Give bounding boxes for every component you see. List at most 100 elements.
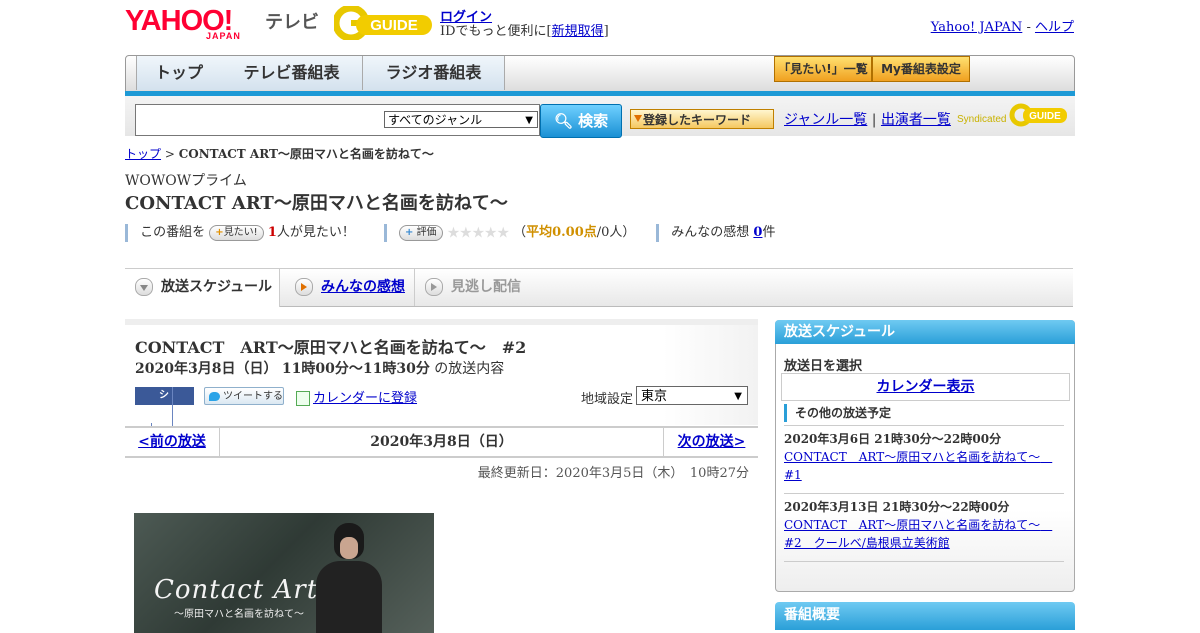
registered-keyword-button[interactable]: 登録したキーワード: [630, 109, 774, 129]
channel-name: WOWOWプライム: [125, 173, 247, 189]
genre-select-value: すべてのジャンル: [388, 113, 483, 127]
impressions-label: みんなの感想: [671, 225, 750, 240]
help-link[interactable]: ヘルプ: [1035, 20, 1074, 35]
plus-icon: +: [404, 226, 414, 238]
main-nav: トップ テレビ番組表 ラジオ番組表 「見たい!」一覧 My番組表設定: [125, 55, 1075, 93]
last-updated: 最終更新日：2020年3月5日（木） 10時27分: [477, 466, 749, 481]
current-broadcast-date: 2020年3月8日（日）: [370, 434, 513, 450]
tab-label: 見逃し配信: [451, 279, 521, 295]
region-label: 地域設定: [581, 392, 634, 407]
thumbnail-person: [314, 523, 384, 633]
tab-label: 放送スケジュール: [161, 279, 273, 295]
person-coat: [316, 561, 382, 633]
list-item: 2020年3月6日 21時30分～22時00分 CONTACT ART～原田マハ…: [784, 425, 1064, 484]
person-face: [340, 537, 358, 559]
tweet-button[interactable]: ツイートする: [204, 387, 284, 405]
dropdown-arrow-icon: ▼: [525, 115, 533, 126]
want-count-suffix: 人が見たい！: [276, 225, 355, 240]
want-count: 1: [267, 225, 277, 240]
rating-average: 平均0.00点: [526, 225, 597, 240]
episode-date: 2020年3月8日（日）: [135, 361, 278, 377]
want-list-button[interactable]: 「見たい!」一覧: [774, 56, 872, 82]
thumbnail-subtitle: ～原田マハと名画を訪ねて～: [174, 609, 304, 620]
my-schedule-button[interactable]: My番組表設定: [872, 56, 970, 82]
divider: [784, 561, 1064, 563]
divider: [656, 223, 660, 242]
nav-tab-radio-schedule[interactable]: ラジオ番組表: [363, 56, 505, 90]
program-overview-heading: 番組概要: [775, 602, 1075, 630]
region-select-value: 東京: [641, 389, 668, 404]
episode-navigation: <前の放送 2020年3月8日（日） 次の放送>: [125, 426, 758, 458]
episode-title: CONTACT ART～原田マハと名画を訪ねて～ #2: [135, 338, 527, 357]
id-promo: IDでもっと便利に[新規取得]: [440, 20, 609, 39]
play-arrow-icon: [425, 278, 443, 296]
facebook-share-button[interactable]: fシェア: [135, 387, 194, 441]
genre-select[interactable]: すべてのジャンル ▼: [384, 111, 538, 128]
search-link-separator: |: [871, 112, 877, 128]
thumbnail-title: Contact Art: [154, 575, 319, 605]
twitter-bird-icon: [209, 392, 220, 401]
dropdown-arrow-icon: ▼: [734, 391, 742, 402]
genre-list-link[interactable]: ジャンル一覧: [784, 112, 867, 128]
tv-logo-text: テレビ: [265, 12, 319, 33]
calendar-icon: [296, 391, 310, 406]
syndicated-gguide-logo: Syndicated GUIDE: [957, 103, 1069, 134]
nav-tab-top[interactable]: トップ: [136, 56, 222, 90]
breadcrumb-separator: >: [161, 147, 179, 161]
program-thumbnail: Contact Art ～原田マハと名画を訪ねて～: [134, 513, 434, 633]
tweet-label: ツイートする: [223, 391, 283, 402]
search-button-label: 検索: [578, 112, 609, 130]
broadcast-link[interactable]: CONTACT ART～原田マハと名画を訪ねて～ #1: [784, 450, 1052, 482]
episode-airtime-suffix: の放送内容: [434, 361, 505, 377]
impressions-suffix: 件: [762, 225, 776, 240]
next-broadcast-link[interactable]: 次の放送>: [663, 428, 759, 456]
previous-broadcast-link[interactable]: <前の放送: [125, 428, 220, 456]
yahoo-japan-label: JAPAN: [206, 31, 241, 41]
svg-text:Syndicated: Syndicated: [957, 114, 1006, 125]
calendar-register: カレンダーに登録: [296, 387, 417, 406]
want-button[interactable]: +見たい!: [209, 224, 264, 241]
other-broadcasts-heading: その他の放送予定: [784, 404, 891, 422]
this-program-label: この番組を: [140, 225, 206, 240]
svg-text:GUIDE: GUIDE: [1029, 111, 1061, 122]
rate-button[interactable]: + 評価: [398, 224, 443, 241]
broadcast-link[interactable]: CONTACT ART～原田マハと名画を訪ねて～ #2 クールベ/島根県立美術館: [784, 518, 1052, 550]
id-promo-suffix: ]: [603, 24, 609, 39]
chevron-down-icon: [135, 278, 153, 296]
search-button[interactable]: 🔍︎ 検索: [540, 104, 622, 138]
plus-icon: +: [215, 226, 224, 238]
top-right-links: Yahoo! JAPAN - ヘルプ: [931, 16, 1074, 35]
breadcrumb: トップ > CONTACT ART～原田マハと名画を訪ねて～: [125, 145, 434, 162]
nav-tab-tv-schedule[interactable]: テレビ番組表: [221, 56, 363, 90]
yahoo-japan-link[interactable]: Yahoo! JAPAN: [931, 20, 1023, 35]
rate-button-label: 評価: [416, 226, 437, 238]
triangle-down-icon: [634, 115, 642, 122]
divider: [383, 223, 387, 242]
rating-prefix: （: [513, 225, 527, 240]
region-select[interactable]: 東京 ▼: [636, 386, 748, 405]
tab-broadcast-schedule[interactable]: 放送スケジュール: [125, 269, 280, 307]
search-links: ジャンル一覧 | 出演者一覧: [784, 109, 951, 129]
registered-keyword-label: 登録したキーワード: [643, 113, 752, 127]
gguide-logo: GUIDE: [332, 4, 434, 42]
want-button-label: 見たい!: [223, 226, 258, 238]
program-info-bar: この番組を +見たい! 1人が見たい！ + 評価 ★★★★★ （平均0.00点/…: [125, 221, 776, 242]
breadcrumb-current: CONTACT ART～原田マハと名画を訪ねて～: [178, 147, 434, 161]
performer-list-link[interactable]: 出演者一覧: [881, 112, 951, 128]
list-item: 2020年3月13日 21時30分～22時00分 CONTACT ART～原田マ…: [784, 493, 1064, 552]
program-subtabs: 放送スケジュール みんなの感想 見逃し配信: [125, 268, 1073, 307]
tab-impressions[interactable]: みんなの感想: [285, 269, 415, 306]
divider: [125, 223, 128, 242]
rating-stars: ★★★★★: [446, 223, 510, 242]
tab-label: みんなの感想: [321, 279, 405, 295]
broadcast-time: 2020年3月6日 21時30分～22時00分: [784, 432, 1002, 446]
register-link[interactable]: 新規取得: [552, 24, 604, 39]
search-icon: 🔍︎: [553, 112, 573, 130]
calendar-view-link[interactable]: カレンダー表示: [781, 373, 1070, 401]
broadcast-time: 2020年3月13日 21時30分～22時00分: [784, 500, 1010, 514]
calendar-register-link[interactable]: カレンダーに登録: [313, 391, 417, 406]
breadcrumb-top-link[interactable]: トップ: [125, 147, 161, 161]
id-promo-text: IDでもっと便利に[: [440, 24, 552, 39]
play-arrow-icon: [295, 278, 313, 296]
episode-time: 11時00分～11時30分: [281, 361, 430, 377]
